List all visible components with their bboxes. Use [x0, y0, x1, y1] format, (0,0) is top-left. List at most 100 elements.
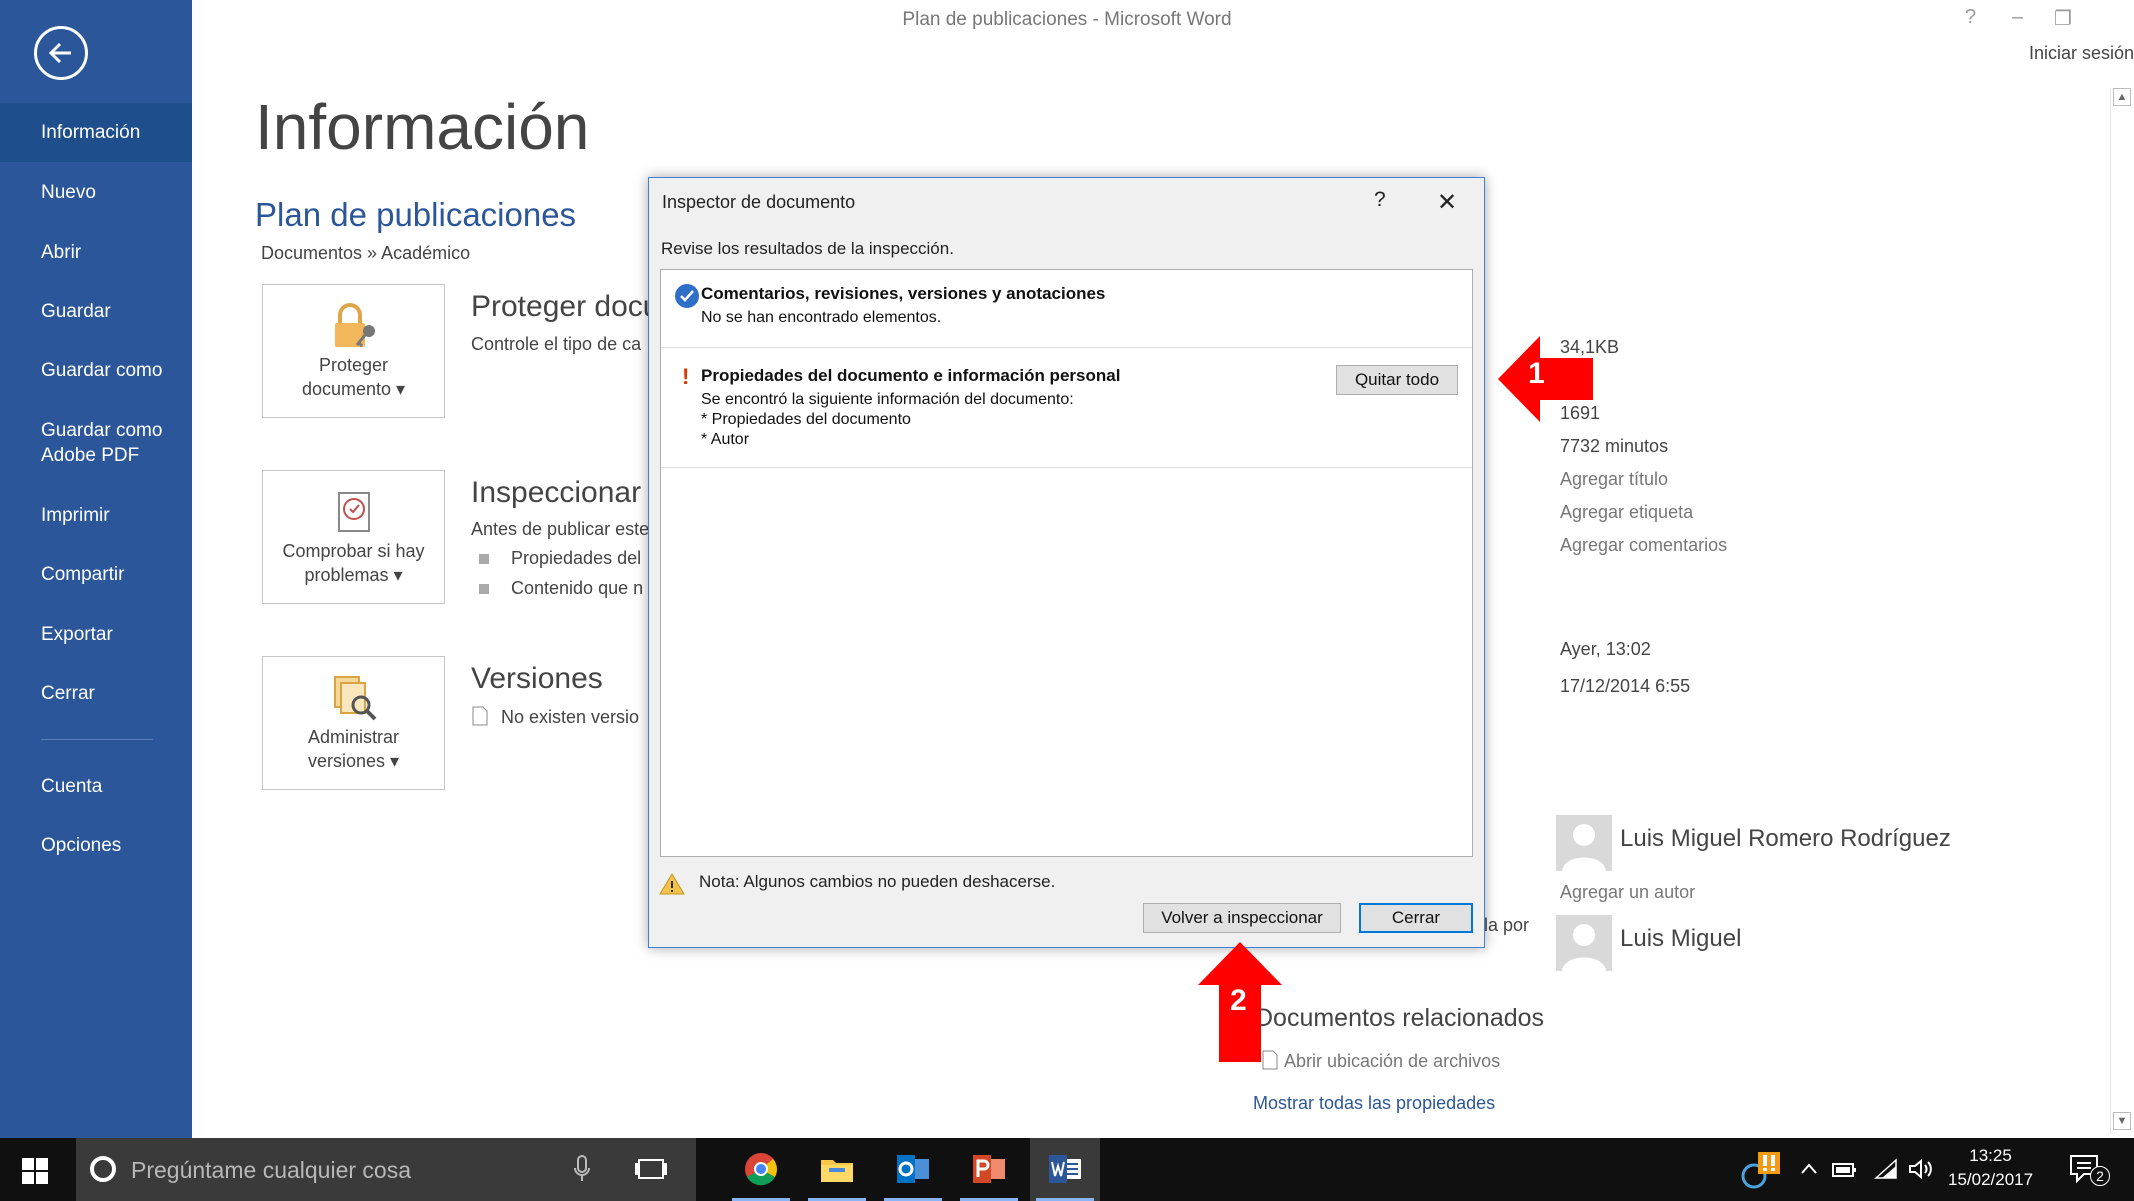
- open-file-location-link[interactable]: Abrir ubicación de archivos: [1262, 1050, 1500, 1072]
- word-taskbar-button[interactable]: [1030, 1138, 1100, 1201]
- chrome-icon: [745, 1153, 777, 1186]
- chrome-taskbar-button[interactable]: [726, 1138, 796, 1201]
- help-button[interactable]: ?: [1965, 6, 1976, 29]
- protect-label-1: Proteger: [318, 355, 389, 375]
- scroll-up-icon[interactable]: ▲: [2113, 88, 2131, 106]
- versions-text: No existen versio: [501, 707, 640, 727]
- dialog-subtitle: Revise los resultados de la inspección.: [661, 239, 954, 258]
- cortana-icon: [90, 1156, 116, 1182]
- volume-icon[interactable]: [1908, 1158, 1934, 1180]
- windows-taskbar: Pregúntame cualquier cosa 13:25 15/02/20…: [0, 1138, 2134, 1201]
- result-comments-heading: Comentarios, revisiones, versiones y ano…: [701, 284, 1106, 303]
- breadcrumb: Documentos » Académico: [261, 243, 471, 263]
- nav-imprimir[interactable]: Imprimir: [0, 503, 192, 528]
- back-arrow-icon[interactable]: [34, 26, 88, 80]
- word-icon: [1049, 1155, 1081, 1183]
- wifi-icon[interactable]: [1874, 1158, 1898, 1180]
- modified-by-label: la por: [1484, 915, 1530, 935]
- nav-exportar[interactable]: Exportar: [0, 622, 192, 647]
- minimize-button[interactable]: –: [2012, 6, 2023, 29]
- dialog-note: Nota: Algunos cambios no pueden deshacer…: [699, 872, 1056, 891]
- outlook-taskbar-button[interactable]: [878, 1138, 948, 1201]
- nav-guardar-pdf-line1: Guardar como: [41, 420, 163, 441]
- bullet-icon: [479, 584, 489, 594]
- result-properties-heading: Propiedades del documento e información …: [701, 366, 1121, 385]
- file-explorer-icon: [821, 1160, 853, 1182]
- add-tag-field[interactable]: Agregar etiqueta: [1560, 502, 1693, 523]
- inspect-bullet-1-text: Propiedades del: [511, 548, 642, 568]
- protect-title: Proteger docu: [471, 290, 660, 323]
- update-warning-icon[interactable]: [1740, 1152, 1786, 1190]
- versions-title: Versiones: [471, 662, 603, 695]
- annotation-number-2: 2: [1230, 984, 1247, 1017]
- microphone-icon[interactable]: [574, 1154, 590, 1184]
- page-title: Información: [255, 91, 590, 163]
- scroll-down-icon[interactable]: ▼: [2113, 1112, 2131, 1130]
- powerpoint-taskbar-button[interactable]: [954, 1138, 1024, 1201]
- nav-separator: [41, 739, 153, 740]
- battery-icon[interactable]: [1832, 1160, 1858, 1178]
- action-center-button[interactable]: 2: [2068, 1152, 2110, 1186]
- clock-time: 13:25: [1969, 1146, 2012, 1165]
- check-issues-button[interactable]: Comprobar si hay problemas ▾: [262, 470, 445, 604]
- manage-versions-button[interactable]: Administrar versiones ▾: [262, 656, 445, 790]
- dialog-close-icon[interactable]: ✕: [1437, 188, 1457, 217]
- restore-button[interactable]: ❐: [2054, 6, 2072, 31]
- vertical-scrollbar[interactable]: ▲ ▼: [2110, 88, 2133, 1134]
- lock-key-icon: [334, 303, 375, 348]
- open-file-location-text: Abrir ubicación de archivos: [1284, 1051, 1501, 1071]
- nav-abrir[interactable]: Abrir: [0, 240, 192, 265]
- search-placeholder: Pregúntame cualquier cosa: [131, 1157, 411, 1183]
- add-author-field[interactable]: Agregar un autor: [1560, 882, 1695, 903]
- nav-guardar[interactable]: Guardar: [0, 299, 192, 324]
- inspect-document-icon: [337, 492, 370, 532]
- nav-guardar-como[interactable]: Guardar como: [0, 358, 192, 383]
- check-icon: [675, 284, 699, 308]
- system-clock[interactable]: 13:25 15/02/2017: [1948, 1144, 2033, 1192]
- prop-created: 17/12/2014 6:55: [1560, 676, 1691, 696]
- add-comments-field[interactable]: Agregar comentarios: [1560, 535, 1727, 556]
- chevron-up-icon[interactable]: [1800, 1162, 1818, 1176]
- nav-informacion[interactable]: Información: [0, 103, 192, 162]
- signin-link[interactable]: Iniciar sesión: [2029, 43, 2134, 64]
- inspection-results-panel: Comentarios, revisiones, versiones y ano…: [660, 269, 1473, 857]
- cortana-search-box[interactable]: Pregúntame cualquier cosa: [76, 1138, 696, 1201]
- avatar: [1556, 815, 1612, 871]
- prop-modified: Ayer, 13:02: [1560, 639, 1651, 659]
- avatar: [1556, 915, 1612, 971]
- inspect-title: Inspeccionar d: [471, 476, 667, 509]
- add-title-field[interactable]: Agregar título: [1560, 469, 1668, 490]
- dialog-title: Inspector de documento: [662, 192, 856, 212]
- nav-cerrar[interactable]: Cerrar: [0, 681, 192, 706]
- dialog-close-button[interactable]: Cerrar: [1359, 903, 1473, 933]
- nav-opciones[interactable]: Opciones: [0, 833, 192, 858]
- inspect-bullet-2-text: Contenido que n: [511, 578, 644, 598]
- result-separator: [661, 347, 1472, 348]
- windows-start-icon[interactable]: [22, 1158, 48, 1184]
- related-docs-title: Documentos relacionados: [1255, 1004, 1545, 1032]
- manage-versions-icon: [333, 676, 376, 721]
- document-title: Plan de publicaciones: [255, 196, 577, 233]
- remove-all-button[interactable]: Quitar todo: [1336, 365, 1458, 395]
- document-icon: [472, 706, 488, 726]
- file-explorer-taskbar-button[interactable]: [802, 1138, 872, 1201]
- prop-edit-time: 7732 minutos: [1560, 436, 1669, 456]
- protect-document-button[interactable]: Proteger documento ▾: [262, 284, 445, 418]
- show-all-properties-link[interactable]: Mostrar todas las propiedades: [1253, 1093, 1495, 1114]
- annotation-arrow-1: [1498, 336, 1593, 422]
- bullet-icon: [479, 554, 489, 564]
- outlook-icon: [897, 1155, 929, 1183]
- nav-compartir[interactable]: Compartir: [0, 562, 192, 587]
- task-view-button[interactable]: [616, 1138, 686, 1201]
- protect-label-2: documento ▾: [301, 379, 406, 399]
- nav-nuevo[interactable]: Nuevo: [0, 180, 192, 205]
- dialog-help-button[interactable]: ?: [1374, 188, 1386, 212]
- reinspect-button[interactable]: Volver a inspeccionar: [1143, 903, 1341, 933]
- task-view-icon: [635, 1159, 667, 1179]
- inspect-text: Antes de publicar este: [471, 519, 650, 539]
- result-comments-text: No se han encontrado elementos.: [701, 309, 942, 326]
- protect-text: Controle el tipo de ca: [471, 334, 642, 354]
- nav-cuenta[interactable]: Cuenta: [0, 774, 192, 799]
- nav-guardar-pdf[interactable]: Guardar como Adobe PDF: [0, 418, 192, 468]
- modified-by-name: Luis Miguel: [1620, 925, 1742, 952]
